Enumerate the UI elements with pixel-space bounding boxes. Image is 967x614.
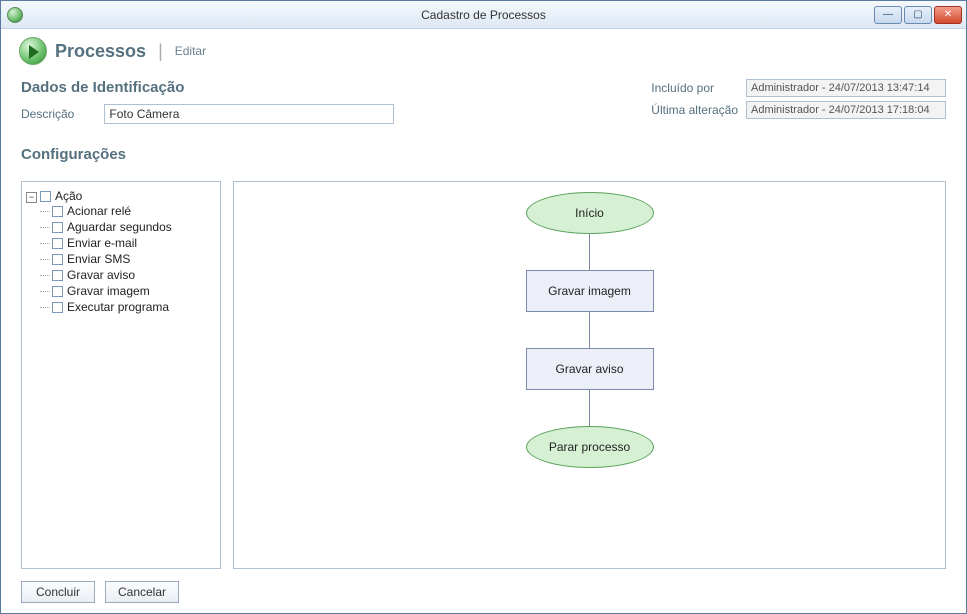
flow-diagram: Início Gravar imagem Gravar aviso Parar … (234, 192, 945, 468)
tree-item[interactable]: Gravar aviso (40, 267, 216, 283)
maximize-button[interactable]: ▢ (904, 6, 932, 24)
button-label: Cancelar (118, 585, 166, 599)
included-by-label: Incluído por (651, 81, 738, 95)
play-icon (19, 37, 47, 65)
included-by-value: Administrador - 24/07/2013 13:47:14 (746, 79, 946, 97)
content-area: Dados de Identificação Descrição Incluíd… (1, 67, 966, 575)
checkbox-icon[interactable] (52, 238, 63, 249)
identification-section: Dados de Identificação Descrição Incluíd… (21, 79, 946, 124)
tree-item-label: Aguardar segundos (67, 220, 172, 234)
button-label: Concluir (36, 585, 80, 599)
minimize-button[interactable]: — (874, 6, 902, 24)
titlebar[interactable]: Cadastro de Processos — ▢ ✕ (1, 1, 966, 29)
tree-item-label: Acionar relé (67, 204, 131, 218)
tree-item-label: Gravar aviso (67, 268, 135, 282)
flow-step-node[interactable]: Gravar imagem (526, 270, 654, 312)
window-title: Cadastro de Processos (1, 8, 966, 22)
page-subtitle: Editar (175, 44, 206, 58)
app-window: Cadastro de Processos — ▢ ✕ Processos | … (0, 0, 967, 614)
last-change-value: Administrador - 24/07/2013 17:18:04 (746, 101, 946, 119)
tree-item[interactable]: Aguardar segundos (40, 219, 216, 235)
last-change-label: Última alteração (651, 103, 738, 117)
tree-item[interactable]: Gravar imagem (40, 283, 216, 299)
cancel-button[interactable]: Cancelar (105, 581, 179, 603)
checkbox-icon[interactable] (52, 286, 63, 297)
flow-node-label: Parar processo (549, 440, 630, 454)
checkbox-icon[interactable] (52, 206, 63, 217)
tree-item[interactable]: Executar programa (40, 299, 216, 315)
flow-step-node[interactable]: Gravar aviso (526, 348, 654, 390)
tree-item[interactable]: Acionar relé (40, 203, 216, 219)
ok-button[interactable]: Concluir (21, 581, 95, 603)
flow-end-node[interactable]: Parar processo (526, 426, 654, 468)
window-controls: — ▢ ✕ (874, 6, 966, 24)
checkbox-icon[interactable] (52, 270, 63, 281)
flow-connector (589, 312, 590, 348)
identification-right: Incluído por Administrador - 24/07/2013 … (651, 79, 946, 119)
flow-start-node[interactable]: Início (526, 192, 654, 234)
tree-item-label: Enviar SMS (67, 252, 130, 266)
checkbox-icon[interactable] (52, 254, 63, 265)
flow-canvas[interactable]: Início Gravar imagem Gravar aviso Parar … (233, 181, 946, 569)
tree-item[interactable]: Enviar e-mail (40, 235, 216, 251)
flow-node-label: Gravar aviso (555, 362, 623, 376)
tree-item-label: Gravar imagem (67, 284, 150, 298)
config-area: − Ação Acionar relé Aguardar segundos Env… (21, 181, 946, 569)
checkbox-icon[interactable] (40, 191, 51, 202)
tree-item[interactable]: Enviar SMS (40, 251, 216, 267)
collapse-icon[interactable]: − (26, 192, 37, 203)
tree-item-label: Executar programa (67, 300, 169, 314)
app-icon (7, 7, 23, 23)
flow-node-label: Início (575, 206, 604, 220)
flow-node-label: Gravar imagem (548, 284, 631, 298)
page-header: Processos | Editar (1, 29, 966, 67)
flow-connector (589, 234, 590, 270)
tree-root-label: Ação (55, 189, 82, 203)
config-title: Configurações (21, 146, 946, 163)
checkbox-icon[interactable] (52, 222, 63, 233)
close-button[interactable]: ✕ (934, 6, 962, 24)
tree-root-item[interactable]: − Ação Acionar relé Aguardar segundos Env… (26, 188, 216, 316)
identification-left: Dados de Identificação Descrição (21, 79, 394, 124)
identification-title: Dados de Identificação (21, 79, 394, 96)
page-title: Processos (55, 41, 146, 62)
description-input[interactable] (104, 104, 394, 124)
footer: Concluir Cancelar (1, 575, 966, 613)
description-label: Descrição (21, 107, 74, 121)
action-tree-panel: − Ação Acionar relé Aguardar segundos Env… (21, 181, 221, 569)
title-separator: | (158, 41, 163, 62)
checkbox-icon[interactable] (52, 302, 63, 313)
flow-connector (589, 390, 590, 426)
tree-item-label: Enviar e-mail (67, 236, 137, 250)
